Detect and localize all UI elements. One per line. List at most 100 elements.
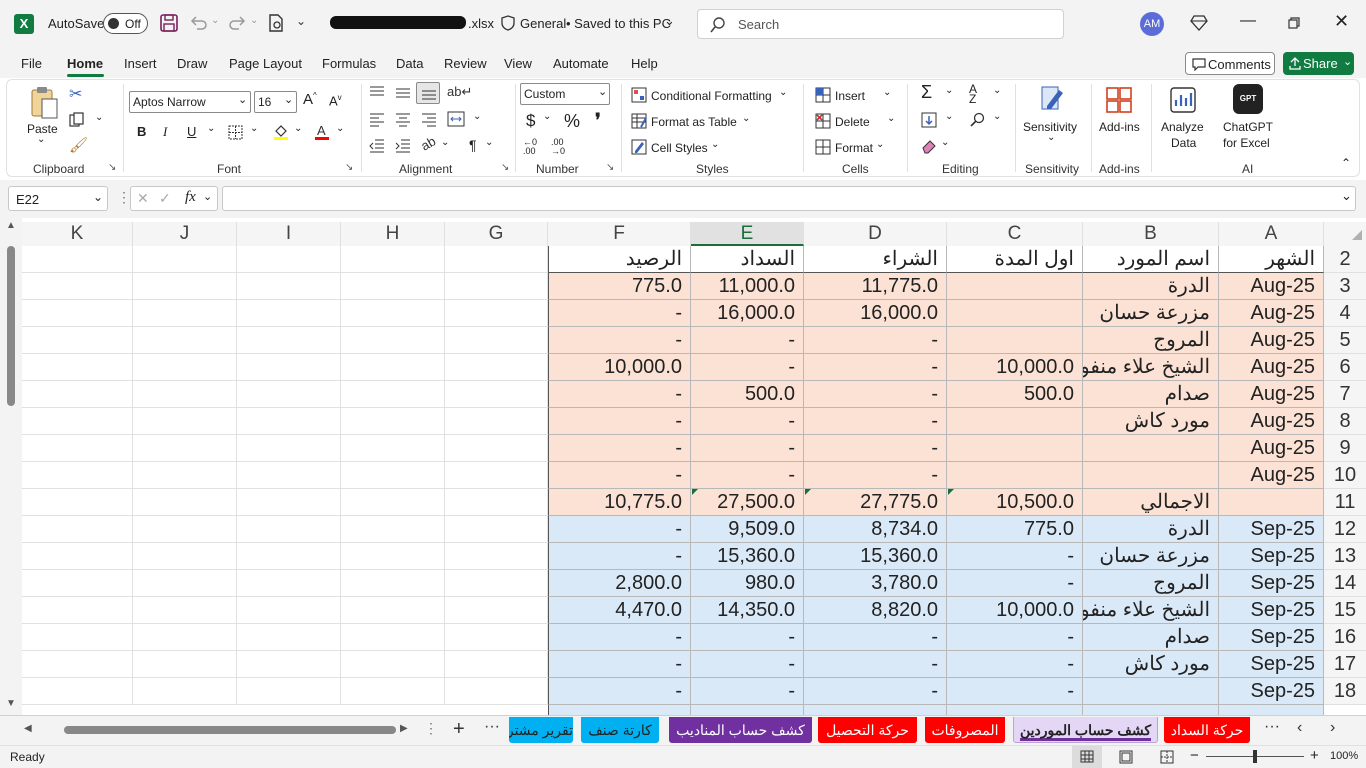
cell-b6[interactable]: الشيخ علاء منفوحة xyxy=(1083,354,1219,381)
hscroll-right-icon[interactable]: ▶ xyxy=(400,723,408,734)
cell-a12[interactable]: Sep-25 xyxy=(1219,516,1324,543)
cell-b5[interactable]: المروج xyxy=(1083,327,1219,354)
error-indicator-icon[interactable] xyxy=(948,489,954,495)
merge-center-icon[interactable] xyxy=(447,111,465,127)
cell-g17[interactable] xyxy=(445,651,548,678)
format-cells-button[interactable]: Format xyxy=(835,141,873,155)
cell-f7[interactable]: - xyxy=(548,381,691,408)
sheet-tab-collections[interactable]: حركة التحصيل xyxy=(818,717,917,743)
cell-partial-row[interactable] xyxy=(548,705,691,715)
cell-c17[interactable]: - xyxy=(947,651,1083,678)
cell-b9[interactable] xyxy=(1083,435,1219,462)
cell-e14[interactable]: 980.0 xyxy=(691,570,804,597)
cell-g16[interactable] xyxy=(445,624,548,651)
cell-b12[interactable]: الدرة xyxy=(1083,516,1219,543)
cell-k2[interactable] xyxy=(22,246,133,273)
error-indicator-icon[interactable] xyxy=(692,489,698,495)
copy-chevron-icon[interactable]: ⌄ xyxy=(95,112,103,123)
cell-partial-row[interactable] xyxy=(1083,705,1219,715)
row-header-18[interactable]: 18 xyxy=(1324,678,1366,705)
cell-f14[interactable]: 2,800.0 xyxy=(548,570,691,597)
cell-k14[interactable] xyxy=(22,570,133,597)
tab-file[interactable]: File xyxy=(21,56,42,71)
conditional-formatting-icon[interactable] xyxy=(631,87,647,103)
cell-k10[interactable] xyxy=(22,462,133,489)
cell-c12[interactable]: 775.0 xyxy=(947,516,1083,543)
cell-a16[interactable]: Sep-25 xyxy=(1219,624,1324,651)
row-header-14[interactable]: 14 xyxy=(1324,570,1366,597)
undo-icon[interactable] xyxy=(190,15,208,31)
cell-a5[interactable]: Aug-25 xyxy=(1219,327,1324,354)
row-header-6[interactable]: 6 xyxy=(1324,354,1366,381)
cell-j15[interactable] xyxy=(133,597,237,624)
cell-f3[interactable]: 775.0 xyxy=(548,273,691,300)
column-header-g[interactable]: G xyxy=(445,222,548,246)
cell-j17[interactable] xyxy=(133,651,237,678)
vertical-scrollbar[interactable]: ▲ ▼ xyxy=(0,218,22,715)
cell-i4[interactable] xyxy=(237,300,341,327)
minimize-icon[interactable]: — xyxy=(1240,12,1256,30)
autosum-chevron-icon[interactable]: ⌄ xyxy=(945,85,953,96)
cell-a2[interactable]: الشهر xyxy=(1219,246,1324,273)
cell-i3[interactable] xyxy=(237,273,341,300)
cell-g6[interactable] xyxy=(445,354,548,381)
row-header-11[interactable]: 11 xyxy=(1324,489,1366,516)
cell-c15[interactable]: 10,000.0 xyxy=(947,597,1083,624)
align-center-icon[interactable] xyxy=(395,113,411,127)
print-preview-icon[interactable] xyxy=(268,14,284,32)
cell-a4[interactable]: Aug-25 xyxy=(1219,300,1324,327)
sheet-tab-suppliers-statement[interactable]: كشف حساب الموردين xyxy=(1013,717,1158,743)
confirm-entry-icon[interactable]: ✓ xyxy=(159,190,171,207)
cell-c10[interactable] xyxy=(947,462,1083,489)
sheet-tab-item-card[interactable]: كارتة صنف xyxy=(581,717,659,743)
tab-draw[interactable]: Draw xyxy=(177,56,207,71)
cell-partial-row[interactable] xyxy=(1219,705,1324,715)
cell-j4[interactable] xyxy=(133,300,237,327)
decrease-decimal-icon[interactable]: .00 →0 xyxy=(551,138,565,156)
cell-k6[interactable] xyxy=(22,354,133,381)
cell-a6[interactable]: Aug-25 xyxy=(1219,354,1324,381)
normal-view-button[interactable] xyxy=(1072,746,1102,768)
cell-j12[interactable] xyxy=(133,516,237,543)
analyze-data-button[interactable]: Analyze Data xyxy=(1157,82,1211,154)
format-painter-icon[interactable]: 🖌 xyxy=(69,136,88,154)
cell-i9[interactable] xyxy=(237,435,341,462)
cell-b18[interactable] xyxy=(1083,678,1219,705)
tab-insert[interactable]: Insert xyxy=(124,56,157,71)
cell-b13[interactable]: مزرعة حسان xyxy=(1083,543,1219,570)
cell-d12[interactable]: 8,734.0 xyxy=(804,516,947,543)
column-header-a[interactable]: A xyxy=(1219,222,1324,246)
row-header-4[interactable]: 4 xyxy=(1324,300,1366,327)
cell-g5[interactable] xyxy=(445,327,548,354)
cell-f17[interactable]: - xyxy=(548,651,691,678)
next-sheet-icon[interactable]: › xyxy=(1330,719,1335,737)
sort-filter-chevron-icon[interactable]: ⌄ xyxy=(993,85,1001,96)
font-name-select[interactable]: Aptos Narrow ⌄ xyxy=(129,91,251,113)
underline-button[interactable]: U xyxy=(187,124,196,139)
underline-chevron-icon[interactable]: ⌄ xyxy=(207,123,215,134)
insert-function-icon[interactable]: fx xyxy=(185,189,196,206)
cell-f16[interactable]: - xyxy=(548,624,691,651)
horizontal-scroll-thumb[interactable] xyxy=(64,726,396,734)
autosum-icon[interactable]: Σ xyxy=(921,82,932,103)
cell-i18[interactable] xyxy=(237,678,341,705)
cell-f11[interactable]: 10,775.0 xyxy=(548,489,691,516)
page-break-view-icon[interactable] xyxy=(1160,750,1174,764)
cell-g2[interactable] xyxy=(445,246,548,273)
cell-c18[interactable]: - xyxy=(947,678,1083,705)
vertical-scroll-thumb[interactable] xyxy=(7,246,15,406)
cell-f6[interactable]: 10,000.0 xyxy=(548,354,691,381)
cell-i7[interactable] xyxy=(237,381,341,408)
number-launcher-icon[interactable]: ↘ xyxy=(606,162,614,173)
cell-b4[interactable]: مزرعة حسان xyxy=(1083,300,1219,327)
cell-d9[interactable]: - xyxy=(804,435,947,462)
cell-h13[interactable] xyxy=(341,543,445,570)
increase-indent-icon[interactable] xyxy=(395,139,411,153)
formula-input[interactable] xyxy=(222,186,1356,211)
delete-cells-icon[interactable] xyxy=(815,113,831,129)
cell-e9[interactable]: - xyxy=(691,435,804,462)
cell-d3[interactable]: 11,775.0 xyxy=(804,273,947,300)
cell-a15[interactable]: Sep-25 xyxy=(1219,597,1324,624)
cell-i2[interactable] xyxy=(237,246,341,273)
cell-h10[interactable] xyxy=(341,462,445,489)
